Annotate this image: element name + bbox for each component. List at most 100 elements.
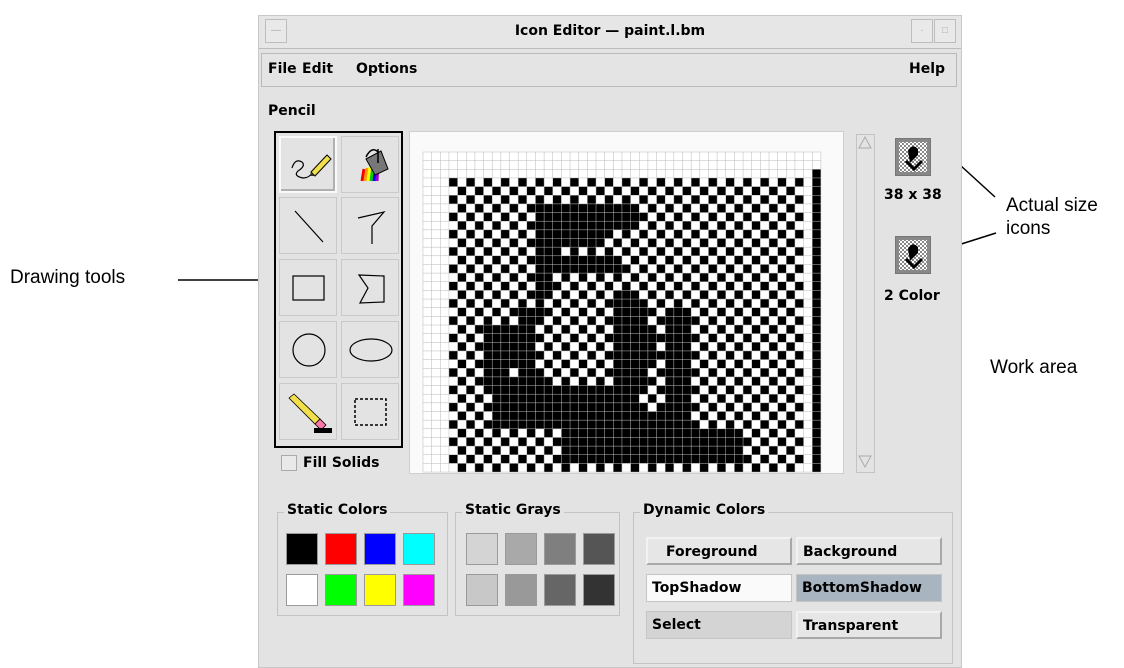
pixel[interactable] <box>717 454 726 464</box>
pixel[interactable] <box>509 203 519 213</box>
pixel[interactable] <box>656 385 666 395</box>
pixel[interactable] <box>682 342 692 351</box>
pixel[interactable] <box>665 376 674 386</box>
pixel[interactable] <box>794 420 804 429</box>
pixel[interactable] <box>613 402 622 412</box>
pixel[interactable] <box>448 212 458 222</box>
pixel[interactable] <box>492 385 501 395</box>
pixel[interactable] <box>570 368 579 377</box>
pixel[interactable] <box>769 342 778 351</box>
pixel[interactable] <box>786 186 795 196</box>
pixel[interactable] <box>639 325 648 334</box>
pixel[interactable] <box>794 247 804 256</box>
pixel[interactable] <box>794 264 804 274</box>
topshadow-button[interactable]: TopShadow <box>646 574 792 602</box>
pixel[interactable] <box>613 273 622 282</box>
pixel[interactable] <box>621 342 631 351</box>
pixel[interactable] <box>794 281 804 291</box>
pixel[interactable] <box>760 264 769 274</box>
pixel[interactable] <box>665 463 674 473</box>
pixel[interactable] <box>535 212 545 222</box>
pixel[interactable] <box>812 437 821 447</box>
pixel[interactable] <box>509 350 519 360</box>
pixel[interactable] <box>483 212 493 222</box>
pixel[interactable] <box>769 411 778 421</box>
pixel[interactable] <box>613 394 622 403</box>
pixel[interactable] <box>596 238 605 248</box>
pixel[interactable] <box>535 195 545 204</box>
pixel[interactable] <box>691 385 700 395</box>
pixel[interactable] <box>777 437 787 447</box>
pixel[interactable] <box>673 333 683 343</box>
pixel[interactable] <box>535 299 545 308</box>
menu-edit[interactable]: Edit <box>302 61 333 77</box>
pixel[interactable] <box>751 290 761 300</box>
pixel[interactable] <box>613 446 622 455</box>
pixel[interactable] <box>483 177 493 187</box>
pixel[interactable] <box>812 342 821 351</box>
pixel[interactable] <box>812 264 821 274</box>
pixel[interactable] <box>561 385 571 395</box>
pixel[interactable] <box>812 186 821 196</box>
pixel[interactable] <box>526 359 536 369</box>
pixel[interactable] <box>673 247 683 256</box>
pixel[interactable] <box>544 446 553 455</box>
pixel[interactable] <box>466 420 475 429</box>
pixel[interactable] <box>596 446 605 455</box>
pixel[interactable] <box>613 238 622 248</box>
pixel[interactable] <box>777 420 787 429</box>
pixel[interactable] <box>639 307 648 317</box>
pixel[interactable] <box>474 203 484 213</box>
pixel[interactable] <box>751 255 761 265</box>
pixel[interactable] <box>483 402 493 412</box>
pixel[interactable] <box>544 463 553 473</box>
pixel[interactable] <box>544 376 553 386</box>
pixel[interactable] <box>647 325 657 334</box>
pixel[interactable] <box>812 229 821 239</box>
pixel[interactable] <box>535 411 545 421</box>
pixel[interactable] <box>509 273 519 282</box>
pixel[interactable] <box>552 177 562 187</box>
pixel[interactable] <box>518 359 527 369</box>
pixel[interactable] <box>552 238 562 248</box>
pixel[interactable] <box>492 203 501 213</box>
pixel[interactable] <box>769 290 778 300</box>
pixel[interactable] <box>544 273 553 282</box>
pixel[interactable] <box>587 446 596 455</box>
pixel[interactable] <box>578 186 588 196</box>
pixel[interactable] <box>699 342 709 351</box>
pixel[interactable] <box>708 428 718 438</box>
pixel[interactable] <box>518 368 527 377</box>
pixel[interactable] <box>474 376 484 386</box>
pixel[interactable] <box>621 402 631 412</box>
pixel[interactable] <box>621 325 631 334</box>
pixel[interactable] <box>751 342 761 351</box>
pixel[interactable] <box>552 229 562 239</box>
pixel[interactable] <box>665 437 674 447</box>
pixel[interactable] <box>448 420 458 429</box>
pixel[interactable] <box>769 463 778 473</box>
pixel[interactable] <box>673 350 683 360</box>
static-gray-swatch[interactable] <box>466 533 498 565</box>
pixel[interactable] <box>466 350 475 360</box>
pixel[interactable] <box>552 437 562 447</box>
pixel[interactable] <box>596 290 605 300</box>
pixel[interactable] <box>621 264 631 274</box>
pixel[interactable] <box>474 428 484 438</box>
pixel[interactable] <box>535 394 545 403</box>
pixel[interactable] <box>699 376 709 386</box>
pixel[interactable] <box>509 290 519 300</box>
pixel[interactable] <box>587 350 596 360</box>
pixel[interactable] <box>777 212 787 222</box>
pixel[interactable] <box>734 463 744 473</box>
pixel[interactable] <box>725 420 735 429</box>
pixel[interactable] <box>656 350 666 360</box>
pixel[interactable] <box>604 428 614 438</box>
pixel[interactable] <box>466 264 475 274</box>
pixel[interactable] <box>656 299 666 308</box>
static-gray-swatch[interactable] <box>583 574 615 606</box>
pixel[interactable] <box>578 255 588 265</box>
pixel[interactable] <box>500 281 510 291</box>
pixel[interactable] <box>483 368 493 377</box>
pixel[interactable] <box>639 402 648 412</box>
